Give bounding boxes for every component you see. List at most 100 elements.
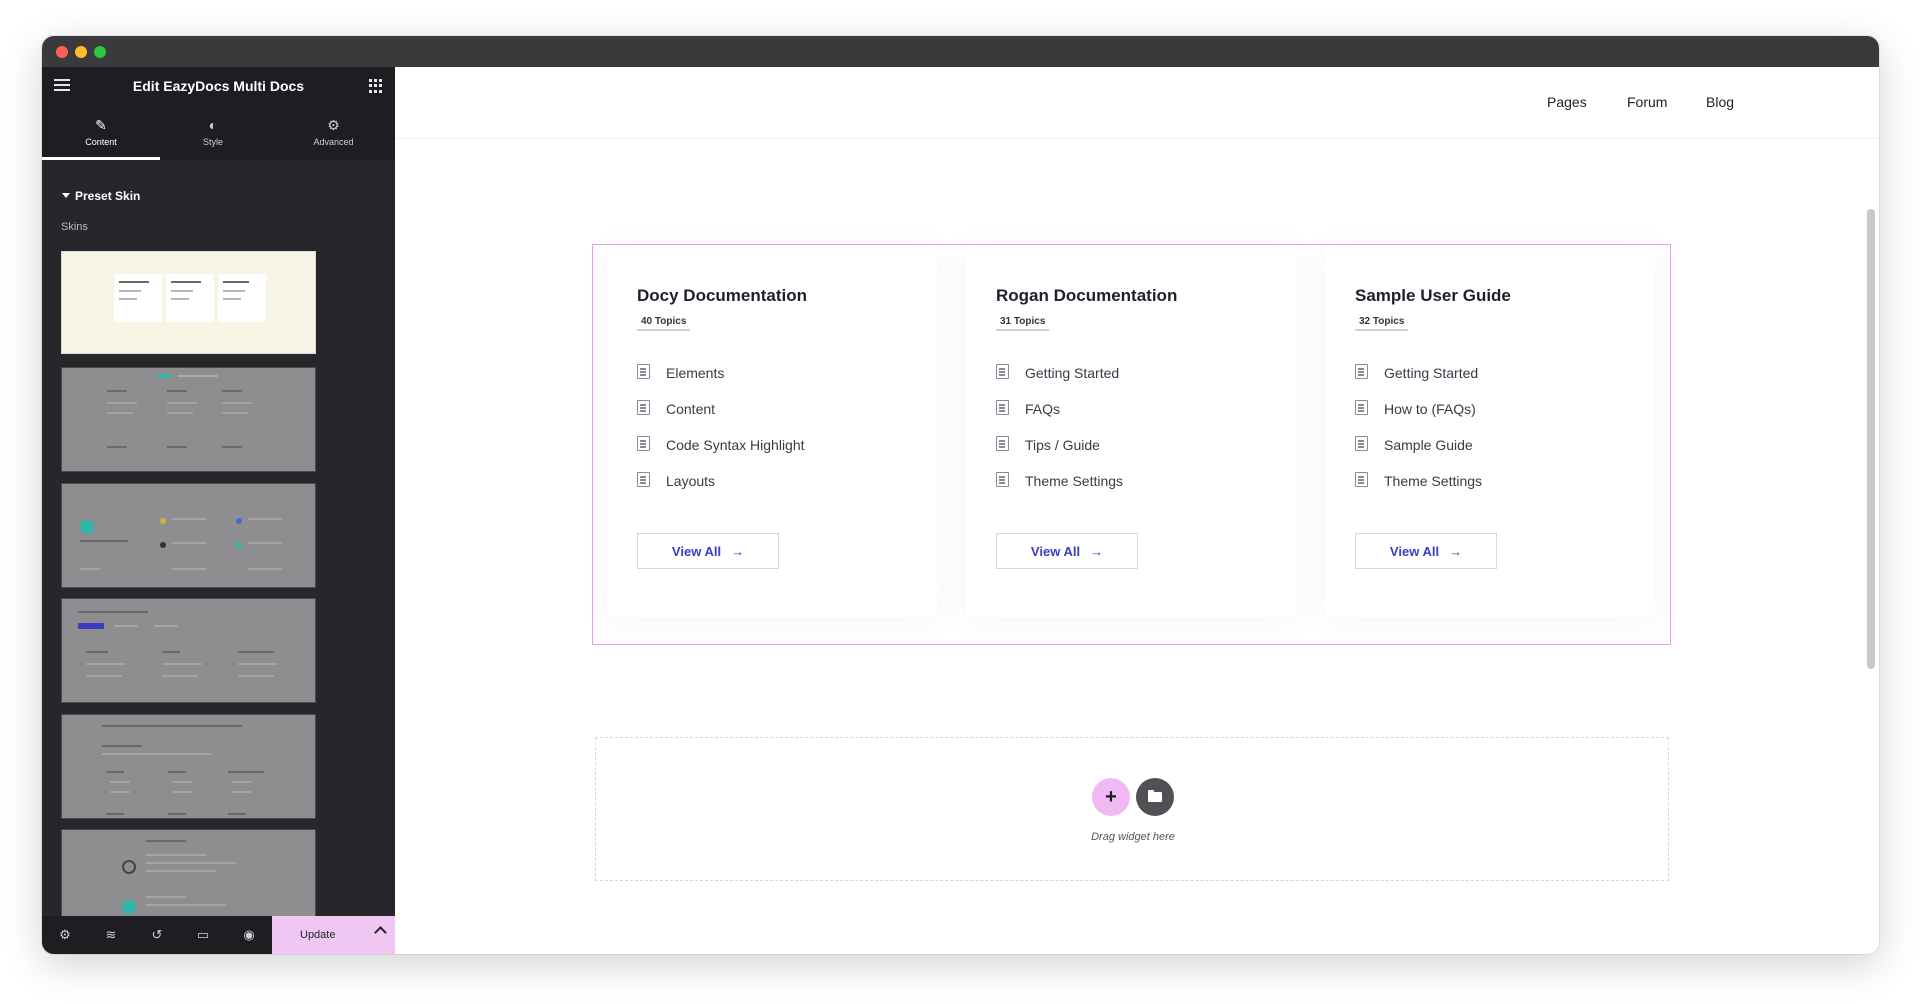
editor-footer: ⚙ ≋ ↺ ▭ ◉ Update: [42, 916, 395, 954]
skin-preview-line: [146, 854, 206, 856]
skin-preview-line: [146, 896, 186, 898]
nav-link-forum[interactable]: Forum: [1627, 94, 1667, 110]
widgets-grid-icon[interactable]: [369, 79, 383, 93]
chevron-up-icon[interactable]: [374, 926, 387, 939]
skin-preview-line: [222, 402, 252, 404]
preset-skin-toggle[interactable]: Preset Skin: [62, 189, 140, 203]
history-icon[interactable]: ↺: [148, 926, 166, 944]
browser-window: Edit EazyDocs Multi Docs ✎ Content ◐ Sty…: [42, 36, 1879, 954]
list-item-label: Layouts: [666, 473, 716, 489]
list-item[interactable]: Theme Settings: [996, 472, 1124, 509]
editor-header: Edit EazyDocs Multi Docs: [42, 67, 395, 105]
list-item-label: Theme Settings: [1025, 473, 1124, 489]
skin-preview-line: [168, 813, 186, 815]
skin-preview-line: [146, 904, 226, 906]
list-item[interactable]: Code Syntax Highlight: [637, 436, 805, 473]
skin-preview-line: [167, 412, 193, 414]
skin-preview-circle: [122, 900, 136, 914]
document-icon: [996, 364, 1009, 379]
doc-card-title[interactable]: Sample User Guide: [1355, 286, 1511, 306]
arrow-right-icon: →: [1449, 543, 1463, 559]
tab-content[interactable]: ✎ Content: [42, 105, 160, 160]
preview-eye-icon[interactable]: ◉: [240, 926, 258, 944]
skin-preview-line: [238, 663, 278, 665]
half-circle-icon: ◐: [208, 117, 218, 133]
skin-preview-line: [86, 651, 108, 653]
view-all-button[interactable]: View All →: [996, 533, 1138, 569]
skin-preview-line: [114, 625, 138, 627]
list-item[interactable]: Elements: [637, 364, 805, 401]
minimize-window-button[interactable]: [75, 46, 87, 58]
document-icon: [637, 472, 650, 487]
layers-icon[interactable]: ≋: [102, 926, 120, 944]
tab-style[interactable]: ◐ Style: [154, 105, 272, 160]
skin-thumbnail[interactable]: [61, 483, 316, 588]
list-item-label: Elements: [666, 365, 725, 381]
list-item[interactable]: FAQs: [996, 400, 1123, 437]
skin-preview-line: [106, 771, 124, 773]
skin-preview-line: [172, 791, 192, 793]
settings-gear-icon[interactable]: ⚙: [56, 926, 74, 944]
canvas-scrollbar[interactable]: [1867, 209, 1875, 669]
update-button[interactable]: Update: [272, 916, 395, 954]
skin-preview-line: [228, 771, 264, 773]
skin-thumbnail[interactable]: [61, 714, 316, 819]
document-icon: [1355, 364, 1368, 379]
skin-preview-line: [223, 290, 245, 292]
maximize-window-button[interactable]: [94, 46, 106, 58]
skin-preview-line: [171, 298, 189, 300]
topics-badge: 32 Topics: [1355, 316, 1409, 331]
skin-thumbnail[interactable]: [61, 598, 316, 703]
skin-preview-line: [222, 412, 248, 414]
template-library-folder-icon[interactable]: [1136, 778, 1174, 816]
list-item[interactable]: Getting Started: [996, 364, 1123, 401]
view-all-label: View All: [1030, 543, 1081, 559]
caret-down-icon: [62, 193, 70, 198]
docs-section[interactable]: Docy Documentation 40 Topics Elements Co…: [592, 244, 1671, 645]
skin-preview-line: [248, 568, 282, 570]
skin-thumbnail[interactable]: [61, 251, 316, 354]
skin-thumbnail[interactable]: [61, 367, 316, 472]
skin-preview-circle: [80, 520, 94, 534]
add-section-button[interactable]: +: [1092, 778, 1130, 816]
skin-preview-line: [178, 375, 218, 377]
list-item[interactable]: Content: [637, 400, 805, 437]
skin-preview-line: [238, 675, 274, 677]
view-all-button[interactable]: View All →: [1355, 533, 1497, 569]
list-item[interactable]: Getting Started: [1355, 364, 1482, 401]
nav-link-pages[interactable]: Pages: [1547, 94, 1587, 110]
skin-preview-line: [248, 518, 282, 520]
list-item[interactable]: Theme Settings: [1355, 472, 1482, 509]
skin-preview-accent: [157, 374, 171, 378]
editor-tabs: ✎ Content ◐ Style ⚙ Advanced: [42, 105, 395, 160]
topics-badge: 31 Topics: [996, 316, 1050, 331]
skin-preview-circle: [160, 542, 166, 548]
document-icon: [637, 364, 650, 379]
tab-advanced[interactable]: ⚙ Advanced: [272, 105, 395, 160]
list-item[interactable]: Sample Guide: [1355, 436, 1482, 473]
skin-preview-line: [172, 568, 206, 570]
skin-preview-line: [106, 813, 124, 815]
widget-dropzone[interactable]: + Drag widget here: [595, 737, 1669, 881]
tab-advanced-label: Advanced: [313, 137, 354, 147]
skin-preview-line: [162, 651, 180, 653]
doc-card-title[interactable]: Docy Documentation: [637, 286, 807, 306]
skin-preview-line: [172, 781, 192, 783]
view-all-label: View All: [671, 543, 722, 559]
skin-preview-line: [171, 290, 193, 292]
skin-preview-line: [80, 540, 128, 542]
close-window-button[interactable]: [56, 46, 68, 58]
list-item[interactable]: Tips / Guide: [996, 436, 1123, 473]
list-item[interactable]: Layouts: [637, 472, 805, 509]
skin-thumbnail[interactable]: [61, 829, 316, 919]
skin-preview-line: [171, 281, 201, 283]
doc-card-title[interactable]: Rogan Documentation: [996, 286, 1177, 306]
skin-preview-line: [78, 611, 148, 613]
skin-preview-line: [223, 281, 249, 283]
skin-preview-line: [238, 651, 274, 653]
view-all-button[interactable]: View All →: [637, 533, 779, 569]
list-item-label: Tips / Guide: [1025, 437, 1100, 453]
list-item[interactable]: How to (FAQs): [1355, 400, 1482, 437]
responsive-mode-icon[interactable]: ▭: [194, 926, 212, 944]
nav-link-blog[interactable]: Blog: [1706, 94, 1734, 110]
